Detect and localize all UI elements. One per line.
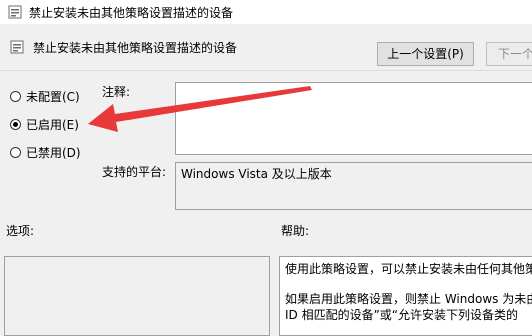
options-panel: [4, 256, 270, 336]
window-title: 禁止安装未由其他策略设置描述的设备: [29, 6, 234, 20]
help-text-line: 如果启用此策略设置，则禁止 Windows 为未由: [285, 292, 532, 306]
comment-label: 注释:: [102, 85, 131, 99]
radio-circle-enabled[interactable]: [10, 119, 21, 130]
supported-platform-label: 支持的平台:: [102, 165, 167, 179]
radio-label-not-configured: 未配置(C): [26, 90, 80, 104]
policy-settings-icon: [8, 5, 22, 19]
divider: [0, 70, 532, 71]
radio-not-configured[interactable]: 未配置(C): [10, 88, 80, 105]
help-label: 帮助:: [281, 224, 310, 238]
supported-platform-value: Windows Vista 及以上版本: [175, 162, 532, 210]
title-bar: 禁止安装未由其他策略设置描述的设备: [0, 0, 532, 24]
radio-label-disabled: 已禁用(D): [26, 146, 81, 160]
policy-settings-icon: [10, 40, 24, 54]
next-setting-button[interactable]: 下一个: [486, 42, 532, 66]
radio-disabled[interactable]: 已禁用(D): [10, 144, 81, 161]
radio-label-enabled: 已启用(E): [26, 118, 79, 132]
previous-setting-button[interactable]: 上一个设置(P): [377, 42, 474, 66]
radio-enabled[interactable]: 已启用(E): [10, 116, 79, 133]
help-text-line: 使用此策略设置，可以禁止安装未由任何其他策: [285, 262, 532, 276]
help-panel: 使用此策略设置，可以禁止安装未由任何其他策 如果启用此策略设置，则禁止 Wind…: [279, 256, 532, 336]
policy-title: 禁止安装未由其他策略设置描述的设备: [33, 41, 238, 55]
options-label: 选项:: [6, 224, 35, 238]
radio-circle-not-configured[interactable]: [10, 91, 21, 102]
radio-circle-disabled[interactable]: [10, 147, 21, 158]
comment-textarea[interactable]: [175, 82, 532, 155]
